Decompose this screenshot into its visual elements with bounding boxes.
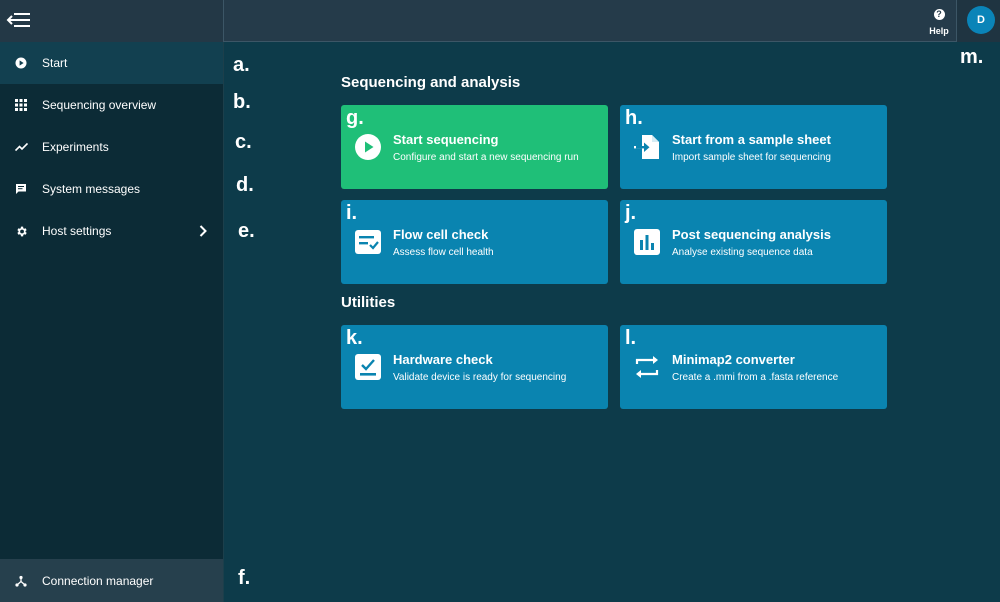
start-from-sample-sheet-card[interactable]: h. Start from a sample sheet Import samp… [620, 105, 887, 189]
annotation-f: f. [238, 567, 251, 589]
flow-cell-icon [354, 228, 382, 256]
card-subtitle: Validate device is ready for sequencing [393, 372, 567, 383]
connection-manager-label: Connection manager [42, 573, 154, 588]
sidebar-item-label: Start [42, 56, 68, 70]
avatar[interactable]: D [967, 6, 995, 34]
card-title: Start from a sample sheet [672, 132, 831, 147]
card-title: Minimap2 converter [672, 352, 795, 367]
help-label: Help [929, 26, 949, 36]
minimap2-converter-card[interactable]: l. Minimap2 converter Create a .mmi from… [620, 325, 887, 409]
sidebar-item-experiments[interactable]: Experiments [0, 126, 223, 168]
annotation-c: c. [235, 131, 252, 153]
play-circle-icon [0, 42, 42, 84]
chevron-right-icon [183, 225, 223, 237]
bar-chart-icon [633, 228, 661, 256]
play-icon [354, 133, 382, 161]
section-title-sequencing-and-analysis: Sequencing and analysis [341, 74, 521, 91]
profile-area: D [956, 0, 1000, 42]
sidebar: Start Sequencing overview Experiments Sy… [0, 42, 224, 602]
card-subtitle: Analyse existing sequence data [672, 247, 813, 258]
sidebar-item-start[interactable]: Start [0, 42, 223, 84]
annotation-m: m. [960, 46, 984, 68]
connection-manager-button[interactable]: Connection manager [0, 559, 223, 602]
start-sequencing-card[interactable]: g. Start sequencing Configure and start … [341, 105, 608, 189]
card-subtitle: Create a .mmi from a .fasta reference [672, 372, 839, 383]
sidebar-item-sequencing-overview[interactable]: Sequencing overview [0, 84, 223, 126]
swap-arrows-icon [633, 353, 661, 381]
hardware-check-card[interactable]: k. Hardware check Validate device is rea… [341, 325, 608, 409]
annotation-e: e. [238, 220, 255, 242]
sidebar-item-label: Host settings [42, 224, 112, 238]
sidebar-item-label: Experiments [42, 140, 109, 154]
card-annotation-letter: k. [346, 327, 363, 349]
annotation-b: b. [233, 91, 251, 113]
sidebar-item-system-messages[interactable]: System messages [0, 168, 223, 210]
card-annotation-letter: l. [625, 327, 637, 349]
network-icon [0, 560, 42, 602]
sidebar-item-label: Sequencing overview [42, 98, 157, 112]
card-subtitle: Import sample sheet for sequencing [672, 152, 831, 163]
help-icon: ? [933, 9, 945, 20]
collapse-menu-icon[interactable] [5, 9, 31, 31]
annotation-a: a. [233, 54, 250, 76]
file-import-icon [633, 133, 661, 161]
grid-icon [0, 84, 42, 126]
card-annotation-letter: h. [625, 107, 643, 129]
card-title: Hardware check [393, 352, 493, 367]
help-button[interactable]: ? Help [924, 7, 954, 37]
card-title: Flow cell check [393, 227, 489, 242]
sidebar-item-host-settings[interactable]: Host settings [0, 210, 223, 252]
card-subtitle: Assess flow cell health [393, 247, 494, 258]
section-title-utilities: Utilities [341, 294, 396, 311]
card-title: Post sequencing analysis [672, 227, 831, 242]
sidebar-item-label: System messages [42, 182, 141, 196]
trend-icon [0, 126, 42, 168]
post-sequencing-analysis-card[interactable]: j. Post sequencing analysis Analyse exis… [620, 200, 887, 284]
gear-icon [0, 210, 42, 252]
chat-icon [0, 168, 42, 210]
top-bar-left [0, 0, 224, 42]
card-subtitle: Configure and start a new sequencing run [393, 152, 579, 163]
card-annotation-letter: i. [346, 202, 358, 224]
annotation-d: d. [236, 174, 254, 196]
card-annotation-letter: j. [625, 202, 637, 224]
card-annotation-letter: g. [346, 107, 364, 129]
flow-cell-check-card[interactable]: i. Flow cell check Assess flow cell heal… [341, 200, 608, 284]
hardware-check-icon [354, 353, 382, 381]
card-title: Start sequencing [393, 132, 499, 147]
top-bar: ? Help D [0, 0, 1000, 42]
